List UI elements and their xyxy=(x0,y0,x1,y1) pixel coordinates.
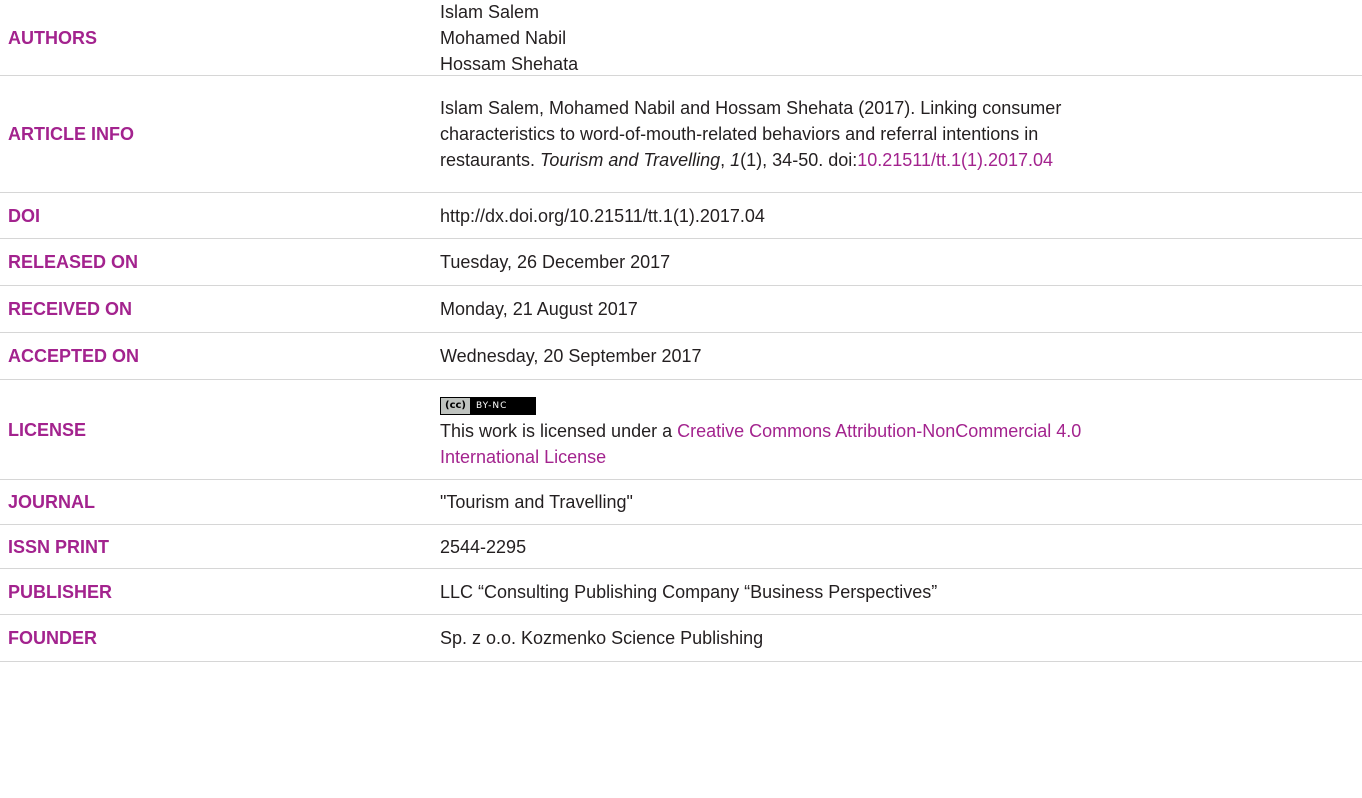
author-name: Hossam Shehata xyxy=(440,53,579,74)
doi-label: DOI xyxy=(8,205,41,226)
authors-label: AUTHORS xyxy=(8,27,97,48)
released-value: Tuesday, 26 December 2017 xyxy=(440,252,671,272)
author-name: Mohamed Nabil xyxy=(440,27,567,48)
accepted-value: Wednesday, 20 September 2017 xyxy=(440,346,702,366)
accepted-row: ACCEPTED ON Wednesday, 20 September 2017 xyxy=(0,333,1362,380)
license-value: (cc) BY-NC This work is licensed under a… xyxy=(440,389,1362,470)
issn-print-value: 2544-2295 xyxy=(440,536,527,557)
citation-journal: Tourism and Travelling xyxy=(540,150,721,170)
author-name: Islam Salem xyxy=(440,1,540,22)
journal-value: "Tourism and Travelling" xyxy=(440,492,633,512)
citation-issue-pages: (1), 34-50. doi: xyxy=(740,150,858,170)
doi-value: http://dx.doi.org/10.21511/tt.1(1).2017.… xyxy=(440,205,765,226)
citation-prefix: restaurants. xyxy=(440,150,541,170)
article-info-value: Islam Salem, Mohamed Nabil and Hossam Sh… xyxy=(440,95,1362,173)
authors-row: AUTHORS Islam Salem Mohamed Nabil Hossam… xyxy=(0,0,1362,76)
cc-terms: BY-NC xyxy=(470,398,536,414)
received-value: Monday, 21 August 2017 xyxy=(440,299,638,319)
citation-volume: 1 xyxy=(730,150,741,170)
citation-doi-link[interactable]: 10.21511/tt.1(1).2017.04 xyxy=(857,150,1053,170)
license-text-line-2: International License xyxy=(440,444,1342,470)
article-metadata-table: AUTHORS Islam Salem Mohamed Nabil Hossam… xyxy=(0,0,1362,662)
released-label: RELEASED ON xyxy=(8,252,139,272)
citation-line-1: Islam Salem, Mohamed Nabil and Hossam Sh… xyxy=(440,98,1062,118)
publisher-row: PUBLISHER LLC “Consulting Publishing Com… xyxy=(0,569,1362,615)
cc-license-badge[interactable]: (cc) BY-NC xyxy=(440,397,537,415)
founder-row: FOUNDER Sp. z o.o. Kozmenko Science Publ… xyxy=(0,615,1362,662)
journal-row: JOURNAL "Tourism and Travelling" xyxy=(0,480,1362,525)
founder-value: Sp. z o.o. Kozmenko Science Publishing xyxy=(440,628,764,648)
license-link[interactable]: Creative Commons Attribution-NonCommerci… xyxy=(677,421,1081,441)
citation-comma: , xyxy=(720,150,731,170)
license-link-continued[interactable]: International License xyxy=(440,447,606,467)
released-row: RELEASED ON Tuesday, 26 December 2017 xyxy=(0,239,1362,286)
license-row: LICENSE (cc) BY-NC This work is licensed… xyxy=(0,380,1362,480)
publisher-label: PUBLISHER xyxy=(8,581,113,602)
doi-row: DOI http://dx.doi.org/10.21511/tt.1(1).2… xyxy=(0,193,1362,239)
article-info-label: ARTICLE INFO xyxy=(8,124,134,144)
license-prefix: This work is licensed under a xyxy=(440,421,678,441)
citation-line-2: characteristics to word-of-mouth-related… xyxy=(440,124,1039,144)
accepted-label: ACCEPTED ON xyxy=(8,346,140,366)
received-label: RECEIVED ON xyxy=(8,299,133,319)
cc-icon: (cc) xyxy=(441,398,470,414)
issn-print-row: ISSN PRINT 2544-2295 xyxy=(0,525,1362,569)
authors-value: Islam Salem Mohamed Nabil Hossam Shehata xyxy=(440,0,1362,77)
license-text: This work is licensed under a Creative C… xyxy=(440,418,1342,444)
citation-line-3: restaurants. Tourism and Travelling, 1(1… xyxy=(440,147,1342,173)
publisher-value: LLC “Consulting Publishing Company “Busi… xyxy=(440,581,938,602)
founder-label: FOUNDER xyxy=(8,628,97,648)
license-label: LICENSE xyxy=(8,419,87,440)
received-row: RECEIVED ON Monday, 21 August 2017 xyxy=(0,286,1362,333)
journal-label: JOURNAL xyxy=(8,492,96,512)
issn-print-label: ISSN PRINT xyxy=(8,536,110,557)
article-info-row: ARTICLE INFO Islam Salem, Mohamed Nabil … xyxy=(0,76,1362,193)
